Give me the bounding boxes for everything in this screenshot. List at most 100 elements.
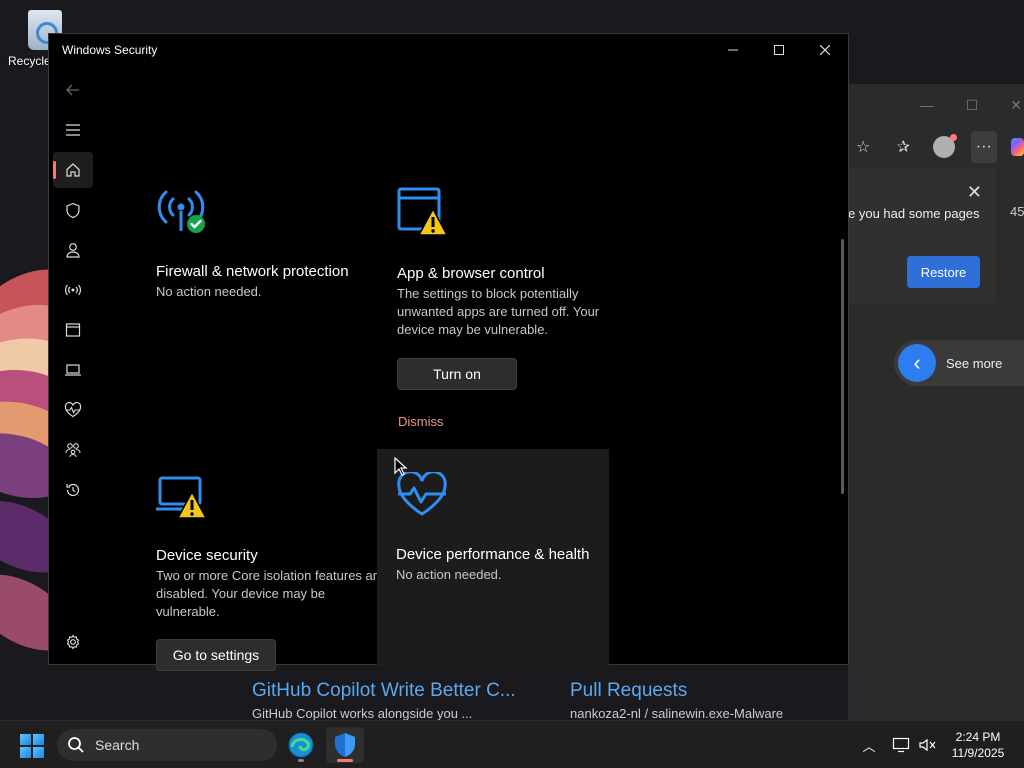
chevron-up-icon[interactable]: ︿ [860,736,878,755]
minimize-button[interactable] [710,34,756,66]
hamburger-menu-icon [66,124,80,136]
app-indicator [337,759,353,762]
see-more-label: See more [946,355,1003,371]
wireless-icon [65,284,81,296]
nav-item-virus-protection[interactable] [53,192,93,228]
more-options-icon[interactable]: ··· [970,131,997,163]
link-card[interactable]: Pull Requests nankoza2-nl / salinewin.ex… [570,680,783,721]
tile-firewall[interactable]: Firewall & network protection No action … [156,187,388,301]
favorite-star-icon[interactable]: ☆ [850,131,876,163]
scrollbar[interactable] [841,239,844,494]
app-indicator [298,759,304,762]
shield-icon [66,202,80,218]
search-icon [68,737,84,753]
avatar [932,134,957,158]
chevron-left-icon: ‹ [898,344,936,382]
nav-item-home[interactable] [53,152,93,188]
tile-device-performance[interactable]: Device performance & health No action ne… [377,449,609,666]
maximize-icon [774,45,784,55]
nav-item-family-options[interactable] [53,432,93,468]
nav-item-device-performance[interactable] [53,392,93,428]
heart-pulse-icon [397,470,447,516]
tile-status: No action needed. [156,284,262,299]
tile-description: The settings to block potentially unwant… [397,286,600,337]
maximize-button[interactable] [756,34,802,66]
restore-pages-panel: ✕ e you had some pages Restore [848,168,996,304]
heart-pulse-icon [64,402,82,418]
system-tray: ︿ [860,721,936,768]
family-icon [65,443,81,458]
clock-date: 11/9/2025 [951,746,1005,760]
favorites-list-icon[interactable]: ✰ [890,131,916,163]
taskbar: Search ︿ 2:24 PM 11/9/2025 [0,720,1024,768]
nav-item-firewall[interactable] [53,272,93,308]
minimize-icon[interactable]: — [920,97,934,113]
edge-toolbar: ☆ ✰ ··· [848,126,1024,168]
search-placeholder: Search [95,737,140,753]
windows-security-window[interactable]: Windows Security Firewall & network prot… [48,33,849,671]
history-icon [66,483,80,497]
tile-app-browser-control[interactable]: App & browser control The settings to bl… [397,187,629,431]
tile-title: Device performance & health [396,546,590,563]
tile-title: Device security [156,547,258,564]
link-title[interactable]: GitHub Copilot Write Better C... [252,680,516,702]
nav-item-account-protection[interactable] [53,232,93,268]
windows-logo-icon [20,734,31,745]
taskbar-clock[interactable]: 2:24 PM 11/9/2025 [940,729,1016,761]
navigation-rail [49,70,97,660]
wireless-check-icon [157,190,205,233]
laptop-warning-icon [156,476,208,519]
mouse-cursor-icon [394,457,408,476]
link-card[interactable]: GitHub Copilot Write Better C... GitHub … [252,680,516,721]
tile-status: No action needed. [396,567,502,582]
edge-icon [288,732,314,758]
nav-item-settings[interactable] [53,624,93,660]
window-title: Windows Security [62,43,158,57]
settings-gear-icon [66,634,80,650]
side-number: 45 [1010,204,1024,219]
dismiss-link[interactable]: Dismiss [398,414,444,429]
network-monitor-icon[interactable] [892,737,910,753]
copilot-icon[interactable] [1010,138,1024,156]
minimize-icon [728,49,738,51]
nav-item-app-browser[interactable] [53,312,93,348]
taskbar-app-edge[interactable] [282,727,320,763]
volume-muted-icon[interactable] [918,737,936,753]
maximize-icon[interactable]: ☐ [966,97,979,114]
laptop-icon [65,364,81,376]
tile-title: App & browser control [397,265,545,282]
background-page-links: GitHub Copilot Write Better C... GitHub … [252,680,852,721]
restore-button[interactable]: Restore [907,256,980,288]
link-title[interactable]: Pull Requests [570,680,783,702]
close-icon [820,45,830,55]
close-icon[interactable]: ✕ [1010,97,1022,114]
person-icon [66,243,80,258]
shield-icon [335,733,355,757]
home-icon [66,163,80,177]
tile-title: Firewall & network protection [156,263,349,280]
back-arrow-icon [66,84,79,96]
taskbar-app-windows-security[interactable] [326,727,364,763]
edge-title-bar: — ☐ ✕ [848,84,1024,126]
start-button[interactable] [20,734,44,758]
nav-item-protection-history[interactable] [53,472,93,508]
browser-warning-icon [397,187,449,236]
close-icon[interactable]: ✕ [967,182,982,203]
close-button[interactable] [802,34,848,66]
go-to-settings-button[interactable]: Go to settings [156,639,276,671]
taskbar-search[interactable]: Search [57,729,277,761]
link-subtitle: GitHub Copilot works alongside you ... [252,706,473,721]
nav-item-device-security[interactable] [53,352,93,388]
tile-device-security[interactable]: Device security Two or more Core isolati… [156,476,388,671]
menu-button[interactable] [53,112,93,148]
link-subtitle: nankoza2-nl / salinewin.exe-Malware [570,706,784,721]
clock-time: 2:24 PM [955,730,1001,744]
turn-on-button[interactable]: Turn on [397,358,517,390]
profile-button[interactable] [930,131,957,163]
browser-window-icon [65,323,81,337]
restore-message: e you had some pages [848,206,980,221]
see-more-button[interactable]: ‹ See more [894,340,1024,386]
edge-browser-window[interactable]: — ☐ ✕ ☆ ✰ ··· ✕ e you had some pages Res… [848,84,1024,720]
title-bar[interactable]: Windows Security [49,34,848,66]
back-button[interactable] [53,72,93,108]
